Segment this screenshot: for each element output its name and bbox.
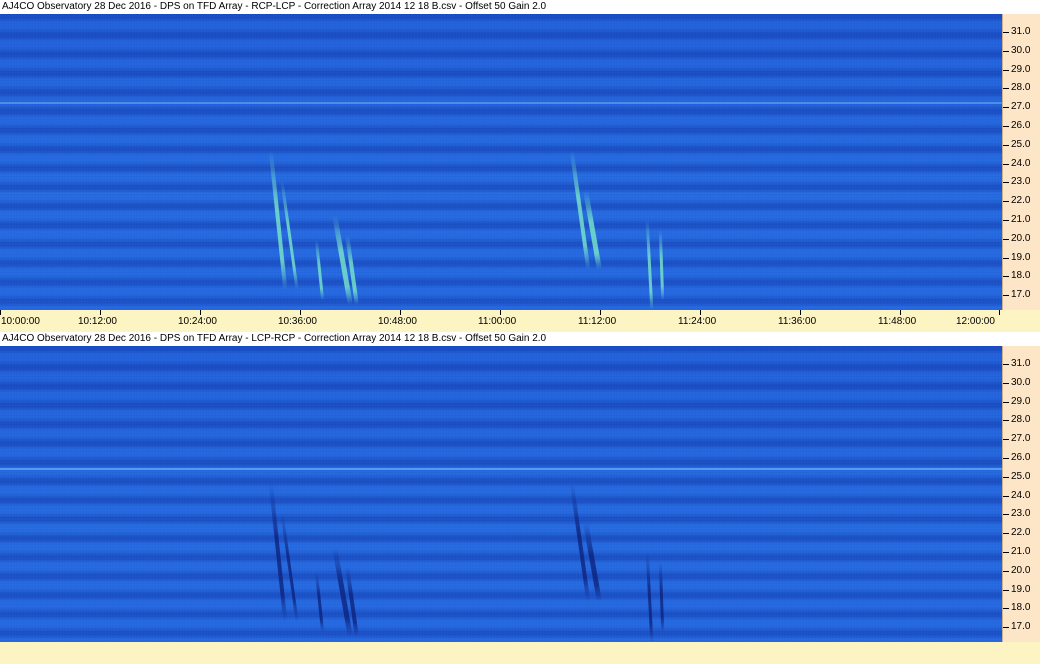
freq-tick-label: 23.0 — [1011, 508, 1031, 520]
time-tick-label: 10:12:00 — [78, 316, 117, 327]
time-tick — [999, 310, 1000, 315]
interference-line — [0, 468, 1002, 470]
freq-tick-label: 20.0 — [1011, 564, 1031, 576]
freq-tick-label: 31.0 — [1011, 358, 1031, 369]
freq-tick — [1003, 570, 1009, 572]
time-tick — [600, 310, 601, 315]
freq-tick-label: 23.0 — [1011, 176, 1031, 188]
freq-tick — [1003, 295, 1009, 297]
freq-tick — [1003, 107, 1009, 109]
freq-tick — [1003, 458, 1009, 459]
interference-line — [0, 102, 1002, 104]
freq-tick — [1003, 439, 1009, 441]
freq-tick — [1003, 401, 1009, 403]
freq-tick-label: 26.0 — [1011, 452, 1031, 463]
freq-tick — [1003, 238, 1009, 240]
freq-tick-label: 31.0 — [1011, 26, 1031, 37]
time-tick — [300, 310, 301, 315]
freq-tick — [1003, 163, 1009, 165]
freq-tick — [1003, 144, 1009, 146]
time-tick — [800, 310, 801, 315]
time-tick — [900, 310, 901, 315]
bottom-strip — [0, 642, 1040, 664]
freq-tick-label: 22.0 — [1011, 527, 1031, 539]
time-tick-label: 11:36:00 — [778, 316, 817, 327]
freq-tick-label: 17.0 — [1011, 289, 1031, 301]
panel-title: AJ4CO Observatory 28 Dec 2016 - DPS on T… — [0, 332, 1040, 346]
freq-tick — [1003, 382, 1009, 384]
freq-tick — [1003, 476, 1009, 478]
panel-title: AJ4CO Observatory 28 Dec 2016 - DPS on T… — [0, 0, 1040, 14]
freq-tick-label: 19.0 — [1011, 583, 1031, 595]
spectrogram-panel-lcp-rcp: AJ4CO Observatory 28 Dec 2016 - DPS on T… — [0, 332, 1040, 642]
time-tick — [100, 310, 101, 315]
freq-tick-label: 25.0 — [1011, 470, 1031, 482]
freq-tick — [1003, 182, 1009, 184]
freq-tick — [1003, 495, 1009, 497]
freq-tick — [1003, 201, 1009, 203]
freq-tick — [1003, 257, 1009, 259]
time-tick-label: 11:48:00 — [878, 316, 917, 327]
freq-tick-label: 28.0 — [1011, 82, 1031, 94]
time-tick-label: 11:24:00 — [678, 316, 717, 327]
time-axis: 10:00:00 10:12:00 10:24:00 10:36:00 10:48:00… — [0, 310, 1040, 332]
freq-tick — [1003, 514, 1009, 516]
freq-tick — [1003, 627, 1009, 629]
freq-tick — [1003, 364, 1009, 365]
spectrogram-image — [0, 346, 1002, 642]
freq-tick-label: 27.0 — [1011, 101, 1031, 113]
freq-tick-label: 24.0 — [1011, 157, 1031, 169]
freq-tick — [1003, 69, 1009, 71]
time-tick — [0, 310, 1, 315]
spectrogram-noise — [0, 346, 1002, 642]
time-tick-label: 10:24:00 — [178, 316, 217, 327]
freq-tick-label: 18.0 — [1011, 602, 1031, 614]
freq-tick-label: 29.0 — [1011, 395, 1031, 407]
time-tick-label: 10:00:00 — [1, 316, 40, 327]
time-tick-label: 10:36:00 — [278, 316, 317, 327]
freq-tick — [1003, 32, 1009, 33]
time-tick-label: 12:00:00 — [956, 316, 995, 327]
spectrogram-noise — [0, 14, 1002, 310]
freq-tick-label: 21.0 — [1011, 214, 1031, 225]
spectrogram-panel-rcp-lcp: AJ4CO Observatory 28 Dec 2016 - DPS on T… — [0, 0, 1040, 332]
freq-tick-label: 24.0 — [1011, 489, 1031, 501]
frequency-axis: 31.0 30.0 29.0 28.0 27.0 26.0 25.0 24.0 23.0 22.0… — [1002, 346, 1040, 642]
time-tick-label: 10:48:00 — [378, 316, 417, 327]
freq-tick-label: 17.0 — [1011, 621, 1031, 633]
freq-tick-label: 20.0 — [1011, 232, 1031, 244]
freq-tick-label: 19.0 — [1011, 251, 1031, 263]
freq-tick — [1003, 589, 1009, 591]
freq-tick — [1003, 126, 1009, 127]
freq-tick-label: 28.0 — [1011, 414, 1031, 426]
time-tick — [500, 310, 501, 315]
time-tick-label: 11:00:00 — [478, 316, 517, 327]
freq-tick — [1003, 220, 1009, 221]
freq-tick — [1003, 420, 1009, 422]
freq-tick-label: 29.0 — [1011, 63, 1031, 75]
freq-tick-label: 22.0 — [1011, 195, 1031, 207]
freq-tick — [1003, 276, 1009, 278]
freq-tick-label: 18.0 — [1011, 270, 1031, 282]
freq-tick — [1003, 533, 1009, 535]
time-tick — [200, 310, 201, 315]
freq-tick-label: 27.0 — [1011, 433, 1031, 445]
freq-tick — [1003, 88, 1009, 90]
time-tick-label: 11:12:00 — [578, 316, 617, 327]
freq-tick — [1003, 608, 1009, 610]
freq-tick-label: 26.0 — [1011, 120, 1031, 131]
freq-tick — [1003, 50, 1009, 52]
time-tick — [400, 310, 401, 315]
freq-tick-label: 30.0 — [1011, 44, 1031, 56]
frequency-axis: 31.0 30.0 29.0 28.0 27.0 26.0 25.0 24.0 23.0 22.0… — [1002, 14, 1040, 310]
freq-tick-label: 21.0 — [1011, 546, 1031, 557]
freq-tick — [1003, 552, 1009, 553]
time-tick — [700, 310, 701, 315]
spectrogram-image — [0, 14, 1002, 310]
freq-tick-label: 25.0 — [1011, 138, 1031, 150]
freq-tick-label: 30.0 — [1011, 376, 1031, 388]
